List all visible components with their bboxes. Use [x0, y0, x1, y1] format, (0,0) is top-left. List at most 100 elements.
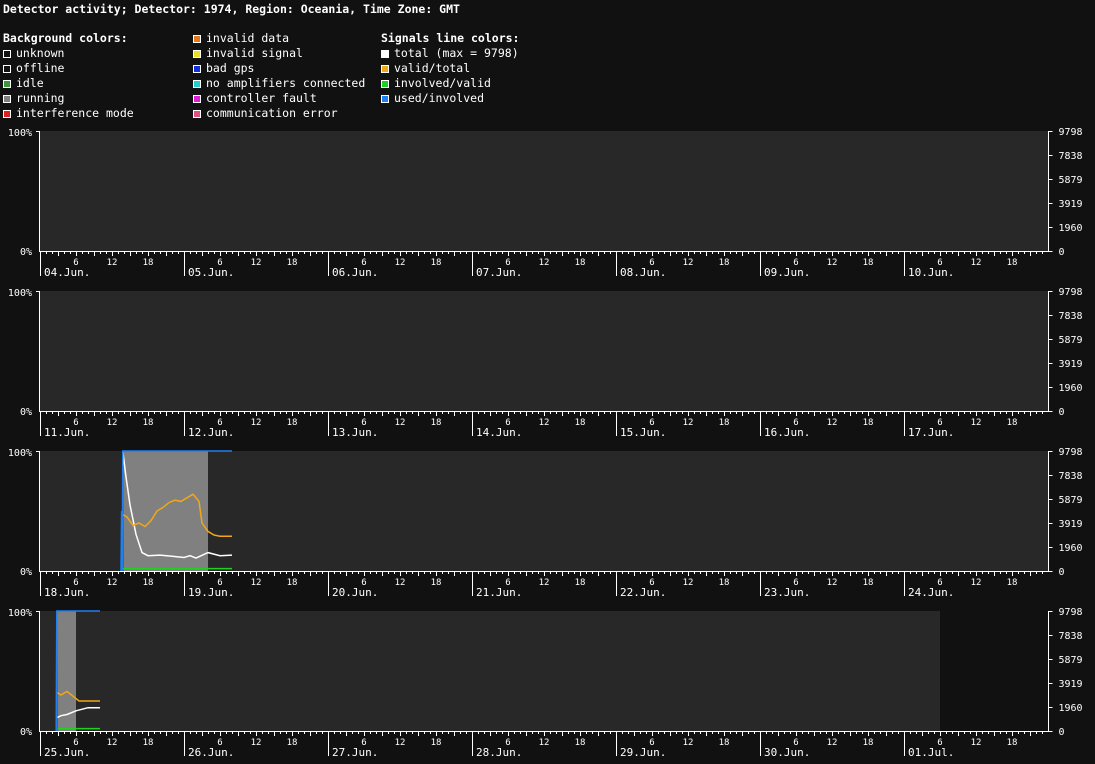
right-axis-label: 3919 [1059, 199, 1083, 210]
panel-background [40, 611, 940, 731]
chart-panel-1 [36, 131, 1053, 276]
hour-tick-label: 12 [251, 258, 262, 268]
hour-tick-label: 18 [1007, 578, 1018, 588]
hour-tick-label: 18 [143, 258, 154, 268]
day-label: 19.Jun. [188, 586, 234, 599]
day-label: 01.Jul. [908, 746, 954, 759]
right-axis-label: 0 [1059, 727, 1065, 738]
day-label: 09.Jun. [764, 266, 810, 279]
day-label: 20.Jun. [332, 586, 378, 599]
hour-tick-label: 12 [395, 578, 406, 588]
hour-tick-label: 12 [683, 258, 694, 268]
left-axis-label-bottom: 0% [20, 567, 32, 578]
hour-tick-label: 18 [143, 738, 154, 748]
running-period [123, 451, 208, 571]
right-axis-label: 7838 [1059, 151, 1083, 162]
day-label: 30.Jun. [764, 746, 810, 759]
right-axis-label: 7838 [1059, 471, 1083, 482]
hour-tick-label: 18 [719, 418, 730, 428]
running-period [57, 611, 76, 731]
panel-background [40, 131, 1048, 251]
hour-tick-label: 18 [719, 258, 730, 268]
hour-tick-label: 18 [431, 738, 442, 748]
hour-tick-label: 18 [143, 578, 154, 588]
right-axis-label: 0 [1059, 567, 1065, 578]
day-label: 29.Jun. [620, 746, 666, 759]
hour-tick-label: 18 [431, 578, 442, 588]
left-axis-label-top: 100% [8, 448, 32, 459]
day-label: 07.Jun. [476, 266, 522, 279]
hour-tick-label: 12 [395, 738, 406, 748]
right-axis-label: 9798 [1059, 447, 1083, 458]
right-axis-label: 1960 [1059, 703, 1083, 714]
day-label: 21.Jun. [476, 586, 522, 599]
hour-tick-label: 12 [251, 418, 262, 428]
left-axis-label-top: 100% [8, 128, 32, 139]
hour-tick-label: 18 [863, 258, 874, 268]
right-axis-label: 3919 [1059, 359, 1083, 370]
day-label: 24.Jun. [908, 586, 954, 599]
right-axis-label: 0 [1059, 407, 1065, 418]
hour-tick-label: 12 [827, 738, 838, 748]
chart-panel-4 [36, 611, 1053, 756]
hour-tick-label: 12 [539, 578, 550, 588]
hour-tick-label: 12 [539, 418, 550, 428]
hour-tick-label: 18 [863, 418, 874, 428]
hour-tick-label: 18 [575, 418, 586, 428]
hour-tick-label: 12 [539, 258, 550, 268]
panel-background [40, 291, 1048, 411]
chart-panel-2 [36, 291, 1053, 436]
day-label: 08.Jun. [620, 266, 666, 279]
hour-tick-label: 12 [683, 578, 694, 588]
hour-tick-label: 18 [863, 578, 874, 588]
day-label: 05.Jun. [188, 266, 234, 279]
hour-tick-label: 12 [251, 738, 262, 748]
hour-tick-label: 18 [575, 578, 586, 588]
day-label: 15.Jun. [620, 426, 666, 439]
day-label: 10.Jun. [908, 266, 954, 279]
right-axis-label: 9798 [1059, 607, 1083, 618]
right-axis-label: 5879 [1059, 335, 1083, 346]
day-label: 17.Jun. [908, 426, 954, 439]
right-axis-label: 1960 [1059, 223, 1083, 234]
hour-tick-label: 12 [971, 738, 982, 748]
right-axis-label: 1960 [1059, 383, 1083, 394]
hour-tick-label: 12 [971, 578, 982, 588]
hour-tick-label: 12 [107, 258, 118, 268]
right-axis-label: 5879 [1059, 655, 1083, 666]
right-axis-label: 7838 [1059, 631, 1083, 642]
day-label: 14.Jun. [476, 426, 522, 439]
day-label: 11.Jun. [44, 426, 90, 439]
hour-tick-label: 18 [431, 418, 442, 428]
right-axis-label: 7838 [1059, 311, 1083, 322]
hour-tick-label: 12 [395, 418, 406, 428]
left-axis-label-bottom: 0% [20, 407, 32, 418]
hour-tick-label: 18 [719, 578, 730, 588]
hour-tick-label: 18 [431, 258, 442, 268]
hour-tick-label: 18 [287, 578, 298, 588]
day-label: 26.Jun. [188, 746, 234, 759]
hour-tick-label: 12 [107, 738, 118, 748]
hour-tick-label: 18 [863, 738, 874, 748]
hour-tick-label: 18 [1007, 418, 1018, 428]
right-axis-label: 1960 [1059, 543, 1083, 554]
activity-chart: 100%0%9798783858793919196006 12 1804.Jun.6… [8, 127, 1083, 759]
day-label: 04.Jun. [44, 266, 90, 279]
hour-tick-label: 18 [1007, 738, 1018, 748]
hour-tick-label: 18 [575, 738, 586, 748]
day-label: 28.Jun. [476, 746, 522, 759]
day-label: 16.Jun. [764, 426, 810, 439]
right-axis-label: 9798 [1059, 127, 1083, 138]
hour-tick-label: 12 [683, 738, 694, 748]
hour-tick-label: 12 [971, 418, 982, 428]
hour-tick-label: 12 [827, 418, 838, 428]
right-axis-label: 3919 [1059, 519, 1083, 530]
right-axis-label: 5879 [1059, 495, 1083, 506]
left-axis-label-bottom: 0% [20, 247, 32, 258]
day-label: 25.Jun. [44, 746, 90, 759]
day-label: 18.Jun. [44, 586, 90, 599]
left-axis-label-bottom: 0% [20, 727, 32, 738]
hour-tick-label: 12 [107, 418, 118, 428]
hour-tick-label: 12 [539, 738, 550, 748]
hour-tick-label: 12 [827, 258, 838, 268]
